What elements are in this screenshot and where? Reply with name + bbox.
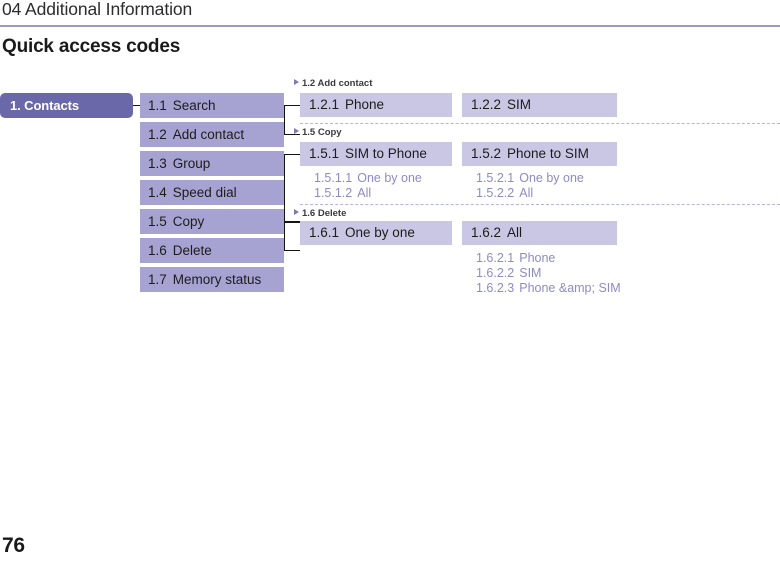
node-label: Add contact	[172, 127, 245, 142]
node-1-6-delete[interactable]: 1.6 Delete	[140, 238, 284, 263]
node-label: Search	[172, 98, 216, 113]
group-heading-label: 1.5 Copy	[302, 127, 342, 138]
node-1-5-2-phone-to-sim[interactable]: 1.5.2 Phone to SIM	[462, 142, 617, 166]
connector-bracket-delete	[284, 222, 300, 251]
node-1-7-memory-status[interactable]: 1.7 Memory status	[140, 267, 284, 292]
node-label: SIM to Phone	[345, 146, 427, 161]
node-number: 1.1	[148, 98, 167, 113]
node-number: 1.5.1	[309, 146, 340, 161]
leaf-number: 1.5.2.1	[476, 171, 515, 185]
leaf-1-5-2-2[interactable]: 1.5.2.2 All	[476, 186, 533, 201]
node-label: Memory status	[172, 272, 262, 287]
triangle-marker-icon	[294, 209, 299, 215]
node-1-4-speed-dial[interactable]: 1.4 Speed dial	[140, 180, 284, 205]
node-1-5-copy[interactable]: 1.5 Copy	[140, 209, 284, 234]
leaf-number: 1.6.2.2	[476, 266, 515, 280]
node-number: 1.6.1	[309, 225, 340, 240]
leaf-number: 1.5.2.2	[476, 186, 515, 200]
tree-root-contacts[interactable]: 1. Contacts	[0, 93, 133, 118]
node-number: 1.2	[148, 127, 167, 142]
node-number: 1.2.1	[309, 97, 340, 112]
leaf-number: 1.5.1.2	[314, 186, 353, 200]
node-1-3-group[interactable]: 1.3 Group	[140, 151, 284, 176]
node-1-1-search[interactable]: 1.1 Search	[140, 93, 284, 118]
leaf-1-6-2-3[interactable]: 1.6.2.3 Phone &amp; SIM	[476, 281, 621, 296]
page-number: 76	[2, 534, 25, 557]
group-heading-copy: 1.5 Copy	[294, 127, 342, 139]
leaf-1-6-2-2[interactable]: 1.6.2.2 SIM	[476, 266, 541, 281]
node-1-6-1-one-by-one[interactable]: 1.6.1 One by one	[300, 221, 452, 245]
node-number: 1.3	[148, 156, 167, 171]
leaf-label: One by one	[357, 171, 422, 185]
group-heading-label: 1.2 Add contact	[302, 78, 373, 89]
node-1-2-add-contact[interactable]: 1.2 Add contact	[140, 122, 284, 147]
node-1-2-1-phone[interactable]: 1.2.1 Phone	[300, 93, 452, 117]
leaf-1-5-2-1[interactable]: 1.5.2.1 One by one	[476, 171, 584, 186]
quick-access-codes-tree: 1. Contacts 1.1 Search 1.2 Add contact 1.3…	[0, 0, 780, 569]
leaf-1-6-2-1[interactable]: 1.6.2.1 Phone	[476, 251, 555, 266]
leaf-label: All	[519, 186, 534, 200]
node-label: Copy	[172, 214, 205, 229]
group-heading-delete: 1.6 Delete	[294, 208, 346, 220]
group-separator	[300, 123, 780, 124]
group-separator	[300, 204, 780, 205]
group-heading-add-contact: 1.2 Add contact	[294, 78, 372, 90]
triangle-marker-icon	[294, 128, 299, 134]
node-label: Group	[172, 156, 211, 171]
node-number: 1.2.2	[471, 97, 502, 112]
node-label: Speed dial	[172, 185, 237, 200]
node-label: All	[507, 225, 523, 240]
triangle-marker-icon	[294, 79, 299, 85]
leaf-label: SIM	[519, 266, 542, 280]
node-1-2-2-sim[interactable]: 1.2.2 SIM	[462, 93, 617, 117]
node-number: 1.4	[148, 185, 167, 200]
node-label: Phone	[345, 97, 385, 112]
leaf-label: Phone	[519, 251, 556, 265]
group-heading-label: 1.6 Delete	[302, 208, 347, 219]
node-number: 1.5.2	[471, 146, 502, 161]
node-number: 1.5	[148, 214, 167, 229]
leaf-1-5-1-1[interactable]: 1.5.1.1 One by one	[314, 171, 422, 186]
leaf-number: 1.6.2.1	[476, 251, 515, 265]
leaf-label: Phone &amp; SIM	[519, 281, 621, 295]
node-number: 1.6.2	[471, 225, 502, 240]
node-label: One by one	[345, 225, 415, 240]
node-label: SIM	[507, 97, 532, 112]
node-1-6-2-all[interactable]: 1.6.2 All	[462, 221, 617, 245]
node-1-5-1-sim-to-phone[interactable]: 1.5.1 SIM to Phone	[300, 142, 452, 166]
node-number: 1.7	[148, 272, 167, 287]
leaf-label: All	[357, 186, 372, 200]
leaf-number: 1.5.1.1	[314, 171, 353, 185]
leaf-number: 1.6.2.3	[476, 281, 515, 295]
node-number: 1.6	[148, 243, 167, 258]
node-label: Delete	[172, 243, 212, 258]
leaf-1-5-1-2[interactable]: 1.5.1.2 All	[314, 186, 371, 201]
node-label: Phone to SIM	[507, 146, 589, 161]
leaf-label: One by one	[519, 171, 584, 185]
